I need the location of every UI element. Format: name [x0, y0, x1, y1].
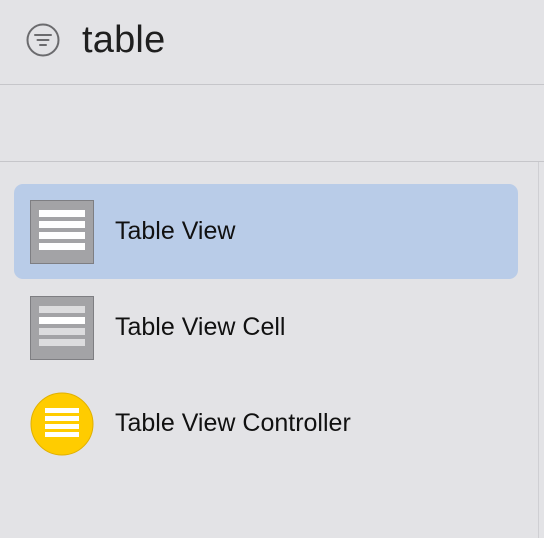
list-item-label: Table View Cell	[115, 313, 286, 341]
filter-icon[interactable]	[26, 23, 60, 57]
table-view-controller-icon	[30, 392, 94, 456]
table-view-icon	[30, 200, 94, 264]
list-item-table-view[interactable]: Table View	[14, 184, 518, 279]
table-view-cell-icon	[30, 296, 94, 360]
list-item-table-view-controller[interactable]: Table View Controller	[14, 376, 518, 471]
list-item-label: Table View Controller	[115, 409, 351, 437]
search-bar: table	[0, 0, 544, 85]
list-item-label: Table View	[115, 217, 236, 245]
filter-options-bar	[0, 85, 544, 162]
list-divider	[538, 162, 539, 538]
search-input[interactable]: table	[82, 14, 165, 66]
list-item-table-view-cell[interactable]: Table View Cell	[14, 280, 518, 375]
